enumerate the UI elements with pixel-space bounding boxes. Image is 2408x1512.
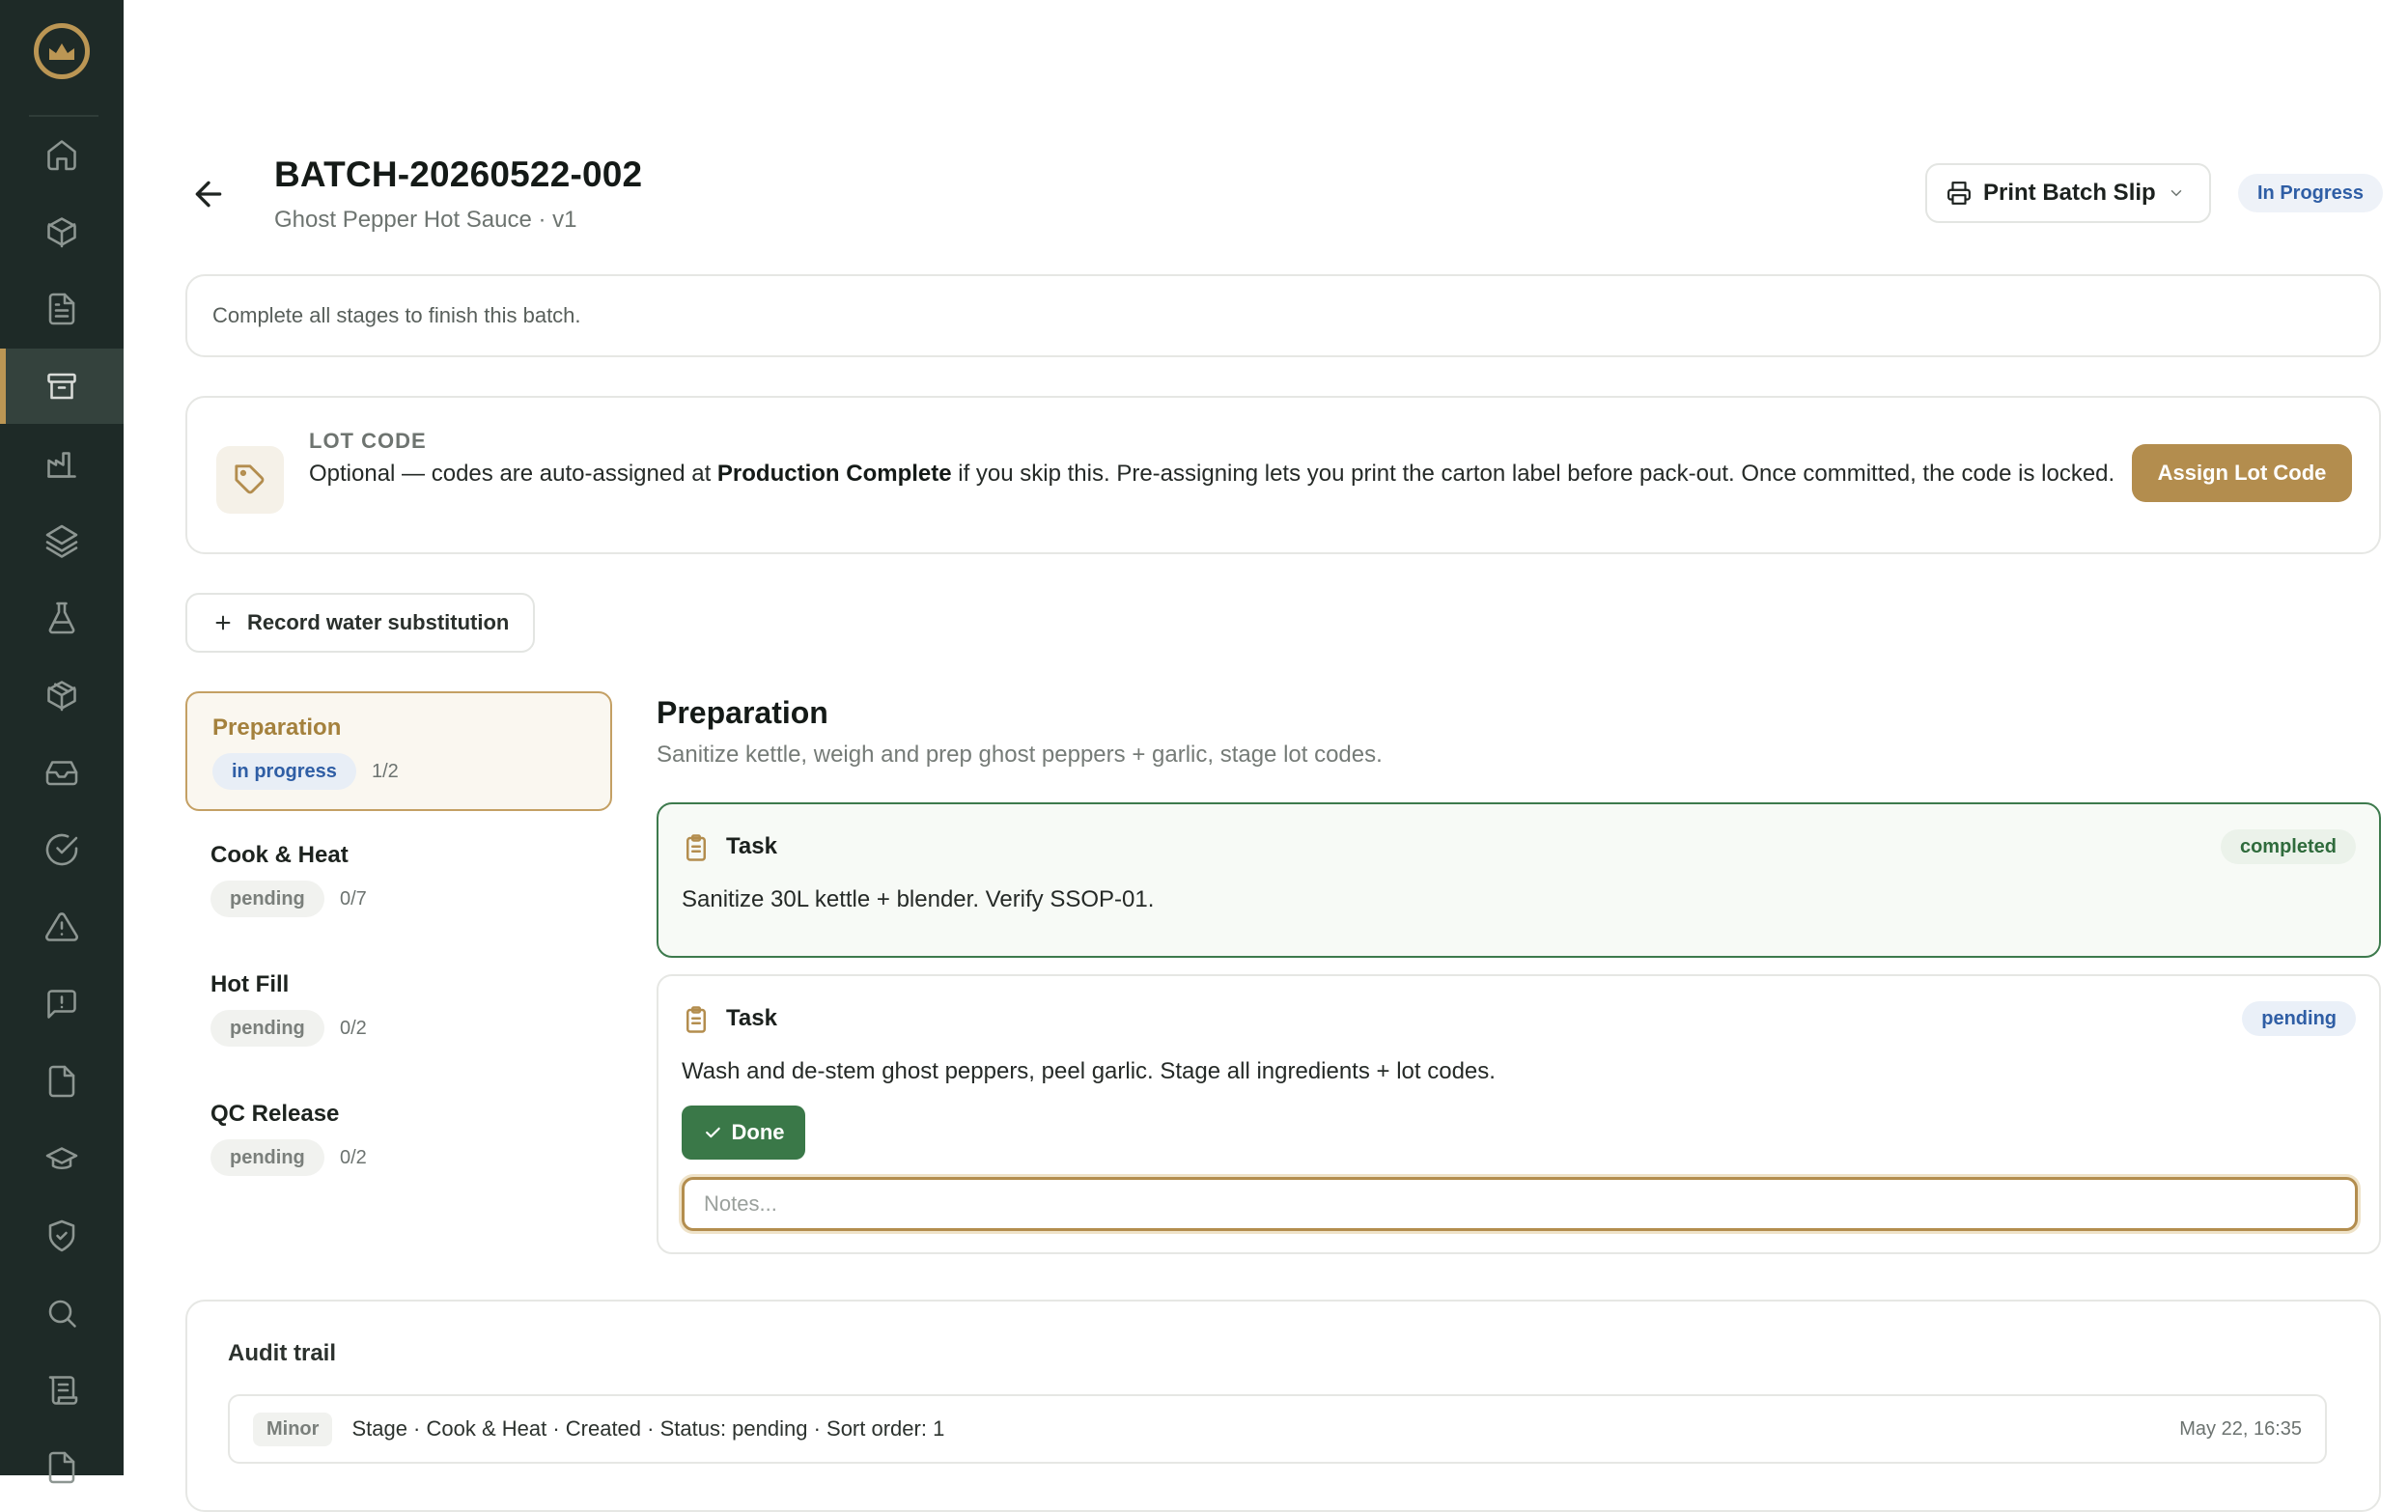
chevron-down-icon xyxy=(2170,190,2181,197)
warning-icon xyxy=(45,912,78,941)
notes-input[interactable] xyxy=(682,1177,2358,1231)
scroll-icon xyxy=(48,1376,78,1405)
sidebar-item-graduation-cap[interactable] xyxy=(0,1121,124,1196)
lot-code-desc-bold: Production Complete xyxy=(716,461,952,487)
info-banner-text: Complete all stages to finish this batch… xyxy=(212,303,581,327)
archive-icon xyxy=(47,373,76,400)
box-icon xyxy=(47,217,76,248)
sidebar-item-archive[interactable] xyxy=(0,349,124,424)
stage-item[interactable]: QC Release pending 0/2 xyxy=(185,1078,612,1186)
home-icon xyxy=(47,140,76,171)
task-label: Task xyxy=(726,833,777,859)
audit-trail-card: Audit trail Minor Stage · Cook & Heat · … xyxy=(185,1300,2381,1512)
task-status-badge: completed xyxy=(2220,829,2356,864)
stage-name: Preparation xyxy=(212,714,342,741)
sidebar-item-home[interactable] xyxy=(0,117,124,192)
package-icon xyxy=(47,681,76,712)
sidebar-item-check-circle[interactable] xyxy=(0,812,124,887)
sidebar-item-box[interactable] xyxy=(0,194,124,269)
sidebar-item-document[interactable] xyxy=(0,271,124,347)
task-label: Task xyxy=(726,1005,777,1031)
stage-item[interactable]: Preparation in progress 1/2 xyxy=(185,691,612,811)
audit-entry-text: Stage · Cook & Heat · Created · Status: … xyxy=(351,1416,945,1441)
print-batch-slip-button[interactable]: Print Batch Slip xyxy=(1925,163,2211,223)
stage-status-badge: pending xyxy=(210,1010,324,1047)
lot-code-card: LOT CODE Optional — codes are auto-assig… xyxy=(185,396,2381,554)
task-card-completed: Task completed Sanitize 30L kettle + ble… xyxy=(657,802,2381,958)
lot-code-heading: LOT CODE xyxy=(309,429,427,453)
sidebar-item-factory[interactable] xyxy=(0,426,124,501)
task-status-badge: pending xyxy=(2242,1001,2356,1036)
audit-entry-time: May 22, 16:35 xyxy=(2179,1417,2302,1440)
stage-name: QC Release xyxy=(210,1101,340,1127)
task-text: Wash and de-stem ghost peppers, peel gar… xyxy=(682,1058,1496,1084)
audit-entry: Minor Stage · Cook & Heat · Created · St… xyxy=(228,1394,2327,1464)
done-button[interactable]: Done xyxy=(682,1106,805,1160)
stage-detail-title: Preparation xyxy=(657,695,828,730)
flask-icon xyxy=(48,602,75,634)
page-subtitle: Ghost Pepper Hot Sauce · v1 xyxy=(274,207,577,233)
page-title: BATCH-20260522-002 xyxy=(274,154,643,194)
lot-code-desc-suffix: if you skip this. Pre-assigning lets you… xyxy=(951,461,2115,487)
print-batch-slip-label: Print Batch Slip xyxy=(1983,180,2156,206)
stage-item[interactable]: Cook & Heat pending 0/7 xyxy=(185,819,612,927)
clipboard-icon xyxy=(686,1006,706,1033)
shield-check-icon xyxy=(48,1219,75,1252)
sidebar-item-shield-check[interactable] xyxy=(0,1198,124,1274)
assign-lot-code-button[interactable]: Assign Lot Code xyxy=(2132,444,2352,502)
record-water-substitution-button[interactable]: Record water substitution xyxy=(185,593,535,653)
stage-task-count: 0/7 xyxy=(340,888,367,910)
factory-icon xyxy=(47,452,76,478)
stage-status-badge: pending xyxy=(210,1139,324,1176)
sidebar-item-package[interactable] xyxy=(0,658,124,733)
stage-task-count: 0/2 xyxy=(340,1018,367,1039)
done-label: Done xyxy=(731,1120,785,1144)
sidebar-item-inbox[interactable] xyxy=(0,735,124,810)
record-water-substitution-label: Record water substitution xyxy=(247,610,510,634)
stage-task-count: 1/2 xyxy=(372,761,399,782)
stage-name: Cook & Heat xyxy=(210,842,349,868)
info-banner: Complete all stages to finish this batch… xyxy=(185,274,2381,357)
sidebar-item-file[interactable] xyxy=(0,1044,124,1119)
check-icon xyxy=(705,1127,720,1138)
lot-code-desc-prefix: Optional — codes are auto-assigned at xyxy=(309,461,717,487)
layers-icon xyxy=(45,524,78,558)
sidebar xyxy=(0,0,124,1484)
batch-status-badge: In Progress xyxy=(2238,174,2384,212)
lot-code-description: Optional — codes are auto-assigned at Pr… xyxy=(309,456,2172,491)
sidebar-item-scroll[interactable] xyxy=(0,1353,124,1428)
sidebar-item-message-alert[interactable] xyxy=(0,966,124,1042)
severity-badge: Minor xyxy=(253,1412,333,1446)
sidebar-item-export[interactable] xyxy=(0,1430,124,1505)
graduation-cap-icon xyxy=(45,1147,78,1170)
document-icon xyxy=(48,293,75,325)
stage-item[interactable]: Hot Fill pending 0/2 xyxy=(185,948,612,1056)
search-icon xyxy=(48,1300,76,1328)
brand-logo-icon[interactable] xyxy=(34,23,90,79)
message-alert-icon xyxy=(47,990,76,1019)
back-arrow-icon[interactable] xyxy=(189,175,228,213)
stage-status-badge: pending xyxy=(210,881,324,917)
sidebar-item-flask[interactable] xyxy=(0,580,124,656)
stage-task-count: 0/2 xyxy=(340,1147,367,1168)
file-icon xyxy=(48,1065,75,1098)
audit-trail-title: Audit trail xyxy=(228,1340,336,1366)
printer-icon xyxy=(1947,182,1971,205)
inbox-icon xyxy=(45,761,78,786)
tag-icon xyxy=(216,446,284,514)
sidebar-item-search[interactable] xyxy=(0,1275,124,1351)
task-text: Sanitize 30L kettle + blender. Verify SS… xyxy=(682,886,1155,912)
check-circle-icon xyxy=(45,833,78,866)
stage-name: Hot Fill xyxy=(210,971,290,997)
stage-status-badge: in progress xyxy=(212,753,356,790)
plus-icon xyxy=(215,615,231,630)
sidebar-item-layers[interactable] xyxy=(0,503,124,578)
clipboard-icon xyxy=(686,834,706,861)
sidebar-item-warning[interactable] xyxy=(0,889,124,965)
export-icon xyxy=(48,1451,75,1484)
stage-detail-description: Sanitize kettle, weigh and prep ghost pe… xyxy=(657,742,1383,768)
task-card-pending: Task pending Wash and de-stem ghost pepp… xyxy=(657,974,2381,1254)
